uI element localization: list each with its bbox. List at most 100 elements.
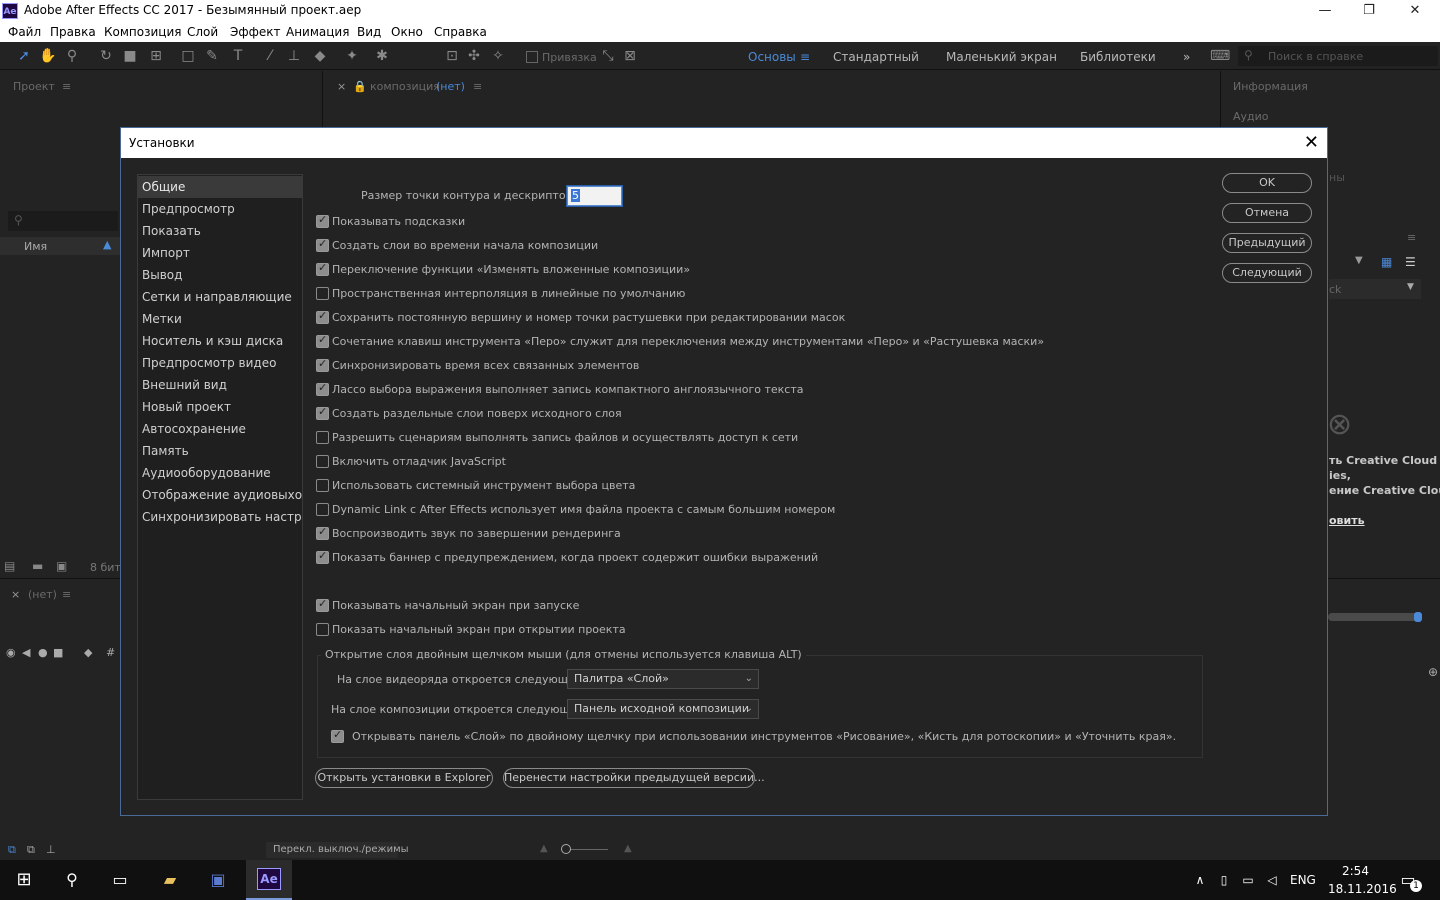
snap-option-icon[interactable]: ⤡: [598, 46, 618, 66]
roto-brush-tool-icon[interactable]: ✦: [342, 46, 362, 66]
category-import[interactable]: Импорт: [138, 242, 302, 264]
option-14-checkbox[interactable]: [316, 549, 329, 564]
option-6-checkbox[interactable]: [316, 357, 329, 372]
library-stock-dropdown[interactable]: ck ▼: [1329, 279, 1421, 299]
option-2-checkbox[interactable]: [316, 261, 329, 276]
menu-animation[interactable]: Анимация: [286, 25, 349, 39]
dialog-close-icon[interactable]: ✕: [1304, 132, 1319, 153]
category-video-preview[interactable]: Предпросмотр видео: [138, 352, 302, 374]
option-5-checkbox[interactable]: [316, 333, 329, 348]
lock-icon[interactable]: 🔒: [353, 80, 367, 93]
category-labels[interactable]: Метки: [138, 308, 302, 330]
search-icon[interactable]: ⚲: [60, 868, 84, 892]
workspace-tab-standard[interactable]: Стандартный: [833, 50, 919, 64]
category-new-project[interactable]: Новый проект: [138, 396, 302, 418]
speaker-icon[interactable]: ◀: [22, 646, 30, 659]
local-axis-icon[interactable]: ⊡: [442, 46, 462, 66]
list-view-icon[interactable]: ☰: [1405, 255, 1416, 269]
menu-edit[interactable]: Правка: [50, 25, 96, 39]
option-10-checkbox[interactable]: [316, 455, 329, 468]
project-search-input[interactable]: ⚲: [8, 211, 118, 231]
switches-modes-toggle[interactable]: Перекл. выключ./режимы: [266, 842, 409, 858]
lock-icon[interactable]: ■: [53, 646, 63, 659]
world-axis-icon[interactable]: ✣: [464, 46, 484, 66]
category-general[interactable]: Общие: [138, 176, 302, 198]
category-display[interactable]: Показать: [138, 220, 302, 242]
selection-tool-icon[interactable]: ➚: [14, 46, 34, 66]
show-hidden-icons-icon[interactable]: ∧: [1188, 868, 1212, 892]
category-memory[interactable]: Память: [138, 440, 302, 462]
task-view-icon[interactable]: ▭: [108, 868, 132, 892]
project-panel-menu-icon[interactable]: ≡: [62, 80, 71, 93]
category-audio-hardware[interactable]: Аудиооборудование: [138, 462, 302, 484]
comp-flowchart-icon[interactable]: ⊕: [1428, 665, 1438, 679]
zoom-out-icon[interactable]: ▲: [540, 843, 548, 854]
camera-tool-icon[interactable]: ■: [120, 46, 140, 66]
cc-update-link[interactable]: овить: [1329, 514, 1365, 527]
language-indicator[interactable]: ENG: [1290, 873, 1316, 887]
option-0-checkbox[interactable]: [316, 213, 329, 228]
startup-option-0-checkbox[interactable]: [316, 597, 329, 612]
rectangle-tool-icon[interactable]: □: [178, 46, 198, 66]
view-axis-icon[interactable]: ✧: [488, 46, 508, 66]
bit-depth-label[interactable]: 8 бит: [90, 561, 121, 574]
type-tool-icon[interactable]: T: [228, 46, 248, 66]
hand-tool-icon[interactable]: ✋: [38, 46, 58, 66]
open-prefs-explorer-button[interactable]: Открыть установки в Explorer: [315, 768, 493, 788]
close-timeline-icon[interactable]: ×: [11, 588, 20, 601]
usb-icon[interactable]: ▯: [1212, 868, 1236, 892]
category-auto-save[interactable]: Автосохранение: [138, 418, 302, 440]
volume-icon[interactable]: ◁: [1260, 868, 1284, 892]
brush-tool-icon[interactable]: ⁄: [260, 46, 280, 66]
interpret-footage-icon[interactable]: ▤: [4, 559, 15, 573]
zoom-tool-icon[interactable]: ⚲: [62, 46, 82, 66]
file-explorer-icon[interactable]: ▰: [158, 868, 182, 892]
taskbar-after-effects[interactable]: Ae: [246, 860, 292, 900]
menu-layer[interactable]: Слой: [187, 25, 218, 39]
previous-button[interactable]: Предыдущий: [1222, 233, 1312, 253]
option-11-checkbox[interactable]: [316, 479, 329, 492]
snap-checkbox[interactable]: [526, 51, 538, 63]
time-navigator-bar[interactable]: [1328, 613, 1418, 621]
toggle-transfer-icon[interactable]: ⧉: [27, 843, 35, 857]
option-8-checkbox[interactable]: [316, 405, 329, 420]
clone-stamp-tool-icon[interactable]: ⊥: [284, 46, 304, 66]
comp-tab-label[interactable]: композиция: [370, 80, 440, 93]
option-13-checkbox[interactable]: [316, 525, 329, 540]
option-9-checkbox[interactable]: [316, 431, 329, 444]
save-app-icon[interactable]: ▣: [206, 868, 230, 892]
category-previews[interactable]: Предпросмотр: [138, 198, 302, 220]
category-media-disk-cache[interactable]: Носитель и кэш диска: [138, 330, 302, 352]
label-tag-icon[interactable]: ◆: [84, 646, 92, 659]
toggle-layer-switches-icon[interactable]: ⧉: [8, 843, 16, 857]
menu-file[interactable]: Файл: [8, 25, 41, 39]
minimize-icon[interactable]: —: [1302, 0, 1348, 22]
time-navigator-end-handle[interactable]: [1414, 612, 1422, 622]
dropdown-arrow-icon[interactable]: ▼: [1355, 255, 1363, 266]
clock-time[interactable]: 2:54: [1342, 864, 1369, 878]
zoom-slider-handle[interactable]: [561, 844, 571, 854]
timeline-menu-icon[interactable]: ≡: [62, 588, 71, 601]
cancel-button[interactable]: Отмена: [1222, 203, 1312, 223]
workspace-tab-essentials[interactable]: Основы: [748, 50, 796, 64]
clock-date[interactable]: 18.11.2016: [1328, 882, 1397, 896]
category-audio-output-mapping[interactable]: Отображение аудиовыхода: [138, 484, 302, 506]
menu-view[interactable]: Вид: [357, 25, 381, 39]
option-3-checkbox[interactable]: [316, 287, 329, 300]
name-column-label[interactable]: Имя: [24, 240, 47, 253]
menu-effect[interactable]: Эффект: [230, 25, 281, 39]
more-workspaces-icon[interactable]: »: [1183, 50, 1190, 64]
option-7-checkbox[interactable]: [316, 381, 329, 396]
option-12-checkbox[interactable]: [316, 503, 329, 516]
grid-view-icon[interactable]: ▦: [1381, 255, 1392, 269]
help-search-input[interactable]: ⚲ Поиск в справке: [1238, 46, 1438, 66]
option-4-checkbox[interactable]: [316, 309, 329, 324]
solo-icon[interactable]: ●: [38, 646, 48, 659]
eraser-tool-icon[interactable]: ◆: [310, 46, 330, 66]
sort-ascending-icon[interactable]: ▲: [103, 238, 111, 251]
footage-layer-select[interactable]: Палитра «Слой» ⌄: [567, 669, 759, 689]
path-point-size-input[interactable]: 5: [567, 186, 622, 206]
menu-help[interactable]: Справка: [434, 25, 487, 39]
migrate-settings-button[interactable]: Перенести настройки предыдущей версии...: [503, 768, 765, 788]
pan-behind-tool-icon[interactable]: ⊞: [146, 46, 166, 66]
